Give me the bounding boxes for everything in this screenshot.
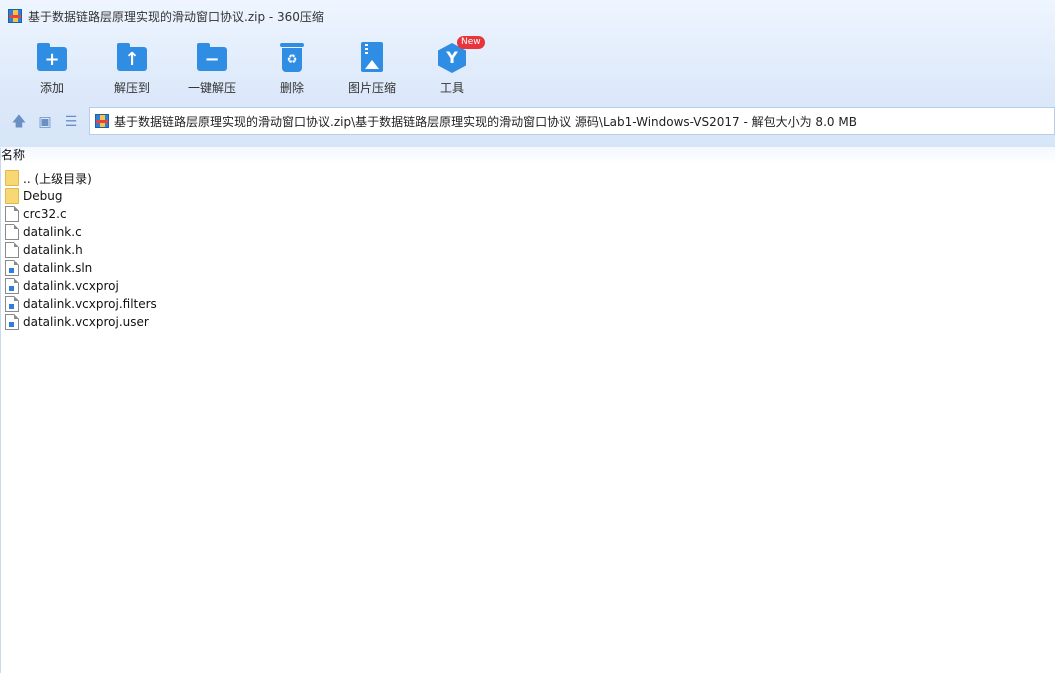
- column-header-label: 名称: [1, 148, 26, 162]
- list-item-crc32-c[interactable]: crc32.c: [0, 205, 1055, 223]
- file-name: datalink.vcxproj.user: [23, 315, 149, 329]
- up-arrow-icon[interactable]: 🡅: [11, 114, 27, 130]
- list-view-icon[interactable]: ☰: [63, 114, 79, 130]
- folder-add-icon: +: [35, 40, 69, 74]
- solution-file-icon: [5, 260, 19, 276]
- list-item-datalink-vcxproj-user[interactable]: datalink.vcxproj.user: [0, 313, 1055, 331]
- window-title: 基于数据链路层原理实现的滑动窗口协议.zip - 360压缩: [28, 9, 324, 24]
- navigation-bar: 🡅 ▣ ☰ 基于数据链路层原理实现的滑动窗口协议.zip\基于数据链路层原理实现…: [0, 106, 1055, 136]
- list-item-datalink-sln[interactable]: datalink.sln: [0, 259, 1055, 277]
- delete-button[interactable]: ♻ 删除: [252, 34, 332, 100]
- folder-icon: [5, 170, 19, 186]
- one-click-extract-label: 一键解压: [187, 81, 236, 95]
- list-item-datalink-vcxproj[interactable]: datalink.vcxproj: [0, 277, 1055, 295]
- tools-icon: Y New: [435, 36, 485, 74]
- one-click-extract-button[interactable]: − 一键解压: [172, 34, 252, 100]
- path-bar[interactable]: 基于数据链路层原理实现的滑动窗口协议.zip\基于数据链路层原理实现的滑动窗口协…: [89, 107, 1055, 135]
- thumbnail-view-icon[interactable]: ▣: [37, 114, 53, 130]
- extract-to-button[interactable]: ↑ 解压到: [92, 34, 172, 100]
- recycle-bin-icon: ♻: [275, 40, 309, 74]
- file-name: Debug: [23, 189, 63, 203]
- file-icon: [5, 206, 19, 222]
- list-item-datalink-c[interactable]: datalink.c: [0, 223, 1055, 241]
- project-file-icon: [5, 314, 19, 330]
- file-name: datalink.sln: [23, 261, 93, 275]
- file-name: datalink.h: [23, 243, 83, 257]
- toolbar: + 添加 ↑ 解压到 − 一键解压 ♻ 删除 图片压缩 Y New 工具: [0, 34, 1055, 104]
- list-item-datalink-h[interactable]: datalink.h: [0, 241, 1055, 259]
- path-text: 基于数据链路层原理实现的滑动窗口协议.zip\基于数据链路层原理实现的滑动窗口协…: [114, 114, 857, 129]
- archive-path-icon: [95, 114, 109, 128]
- extract-to-label: 解压到: [113, 81, 150, 95]
- list-item-datalink-vcxproj-filters[interactable]: datalink.vcxproj.filters: [0, 295, 1055, 313]
- project-file-icon: [5, 296, 19, 312]
- title-bar: 基于数据链路层原理实现的滑动窗口协议.zip - 360压缩: [0, 0, 1055, 32]
- add-button[interactable]: + 添加: [12, 34, 92, 100]
- image-compress-button[interactable]: 图片压缩: [332, 34, 412, 100]
- folder-oneclick-extract-icon: −: [195, 40, 229, 74]
- delete-label: 删除: [279, 81, 304, 95]
- folder-extract-icon: ↑: [115, 40, 149, 74]
- folder-icon: [5, 188, 19, 204]
- list-item-debug[interactable]: Debug: [0, 187, 1055, 205]
- file-name: datalink.c: [23, 225, 82, 239]
- file-name: crc32.c: [23, 207, 67, 221]
- image-compress-icon: [355, 40, 389, 74]
- list-item-parent-directory[interactable]: .. (上级目录): [0, 169, 1055, 187]
- file-icon: [5, 242, 19, 258]
- tools-button[interactable]: Y New 工具: [412, 34, 492, 100]
- file-name: datalink.vcxproj.filters: [23, 297, 157, 311]
- archive-app-icon: [8, 9, 22, 23]
- project-file-icon: [5, 278, 19, 294]
- file-name: .. (上级目录): [23, 171, 92, 186]
- file-name: datalink.vcxproj: [23, 279, 119, 293]
- column-header-name[interactable]: 名称: [0, 147, 1055, 165]
- add-label: 添加: [39, 81, 64, 95]
- new-badge: New: [457, 36, 485, 49]
- file-list: .. (上级目录) Debug crc32.c datalink.c datal…: [0, 169, 1055, 331]
- image-compress-label: 图片压缩: [347, 81, 396, 95]
- file-icon: [5, 224, 19, 240]
- tools-label: 工具: [439, 81, 464, 95]
- top-chrome: 基于数据链路层原理实现的滑动窗口协议.zip - 360压缩 + 添加 ↑ 解压…: [0, 0, 1055, 148]
